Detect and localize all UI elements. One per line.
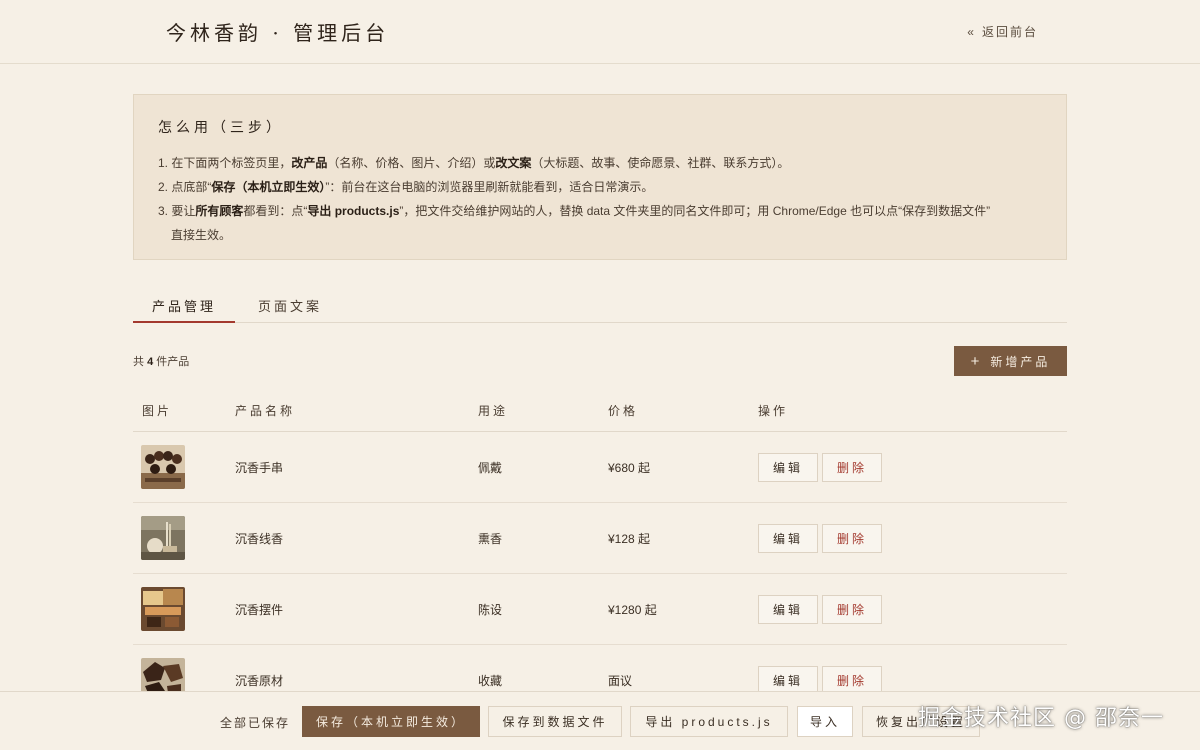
edit-button[interactable]: 编辑: [758, 523, 818, 553]
product-price: ¥128 起: [608, 531, 651, 546]
header-use: 用途: [478, 403, 509, 418]
bracelet-thumbnail-icon: [141, 445, 185, 489]
guide-step-1-text-c: （名称、价格、图片、介绍）或: [327, 156, 496, 170]
table-row: 沉香手串 佩戴 ¥680 起 编辑 删除: [133, 432, 1067, 503]
count-prefix: 共: [133, 356, 144, 368]
header-actions: 操作: [758, 403, 789, 418]
edit-button[interactable]: 编辑: [758, 594, 818, 624]
export-products-button[interactable]: 导出 products.js: [630, 706, 788, 737]
product-use: 熏香: [478, 531, 503, 546]
product-table: 图片 产品名称 用途 价格 操作 沉香手串 佩戴 ¥680 起 编辑 删除 沉香…: [133, 389, 1067, 716]
guide-step-1-bold-products: 改产品: [291, 156, 328, 170]
product-name: 沉香原材: [235, 673, 284, 688]
product-use: 陈设: [478, 602, 503, 617]
table-row: 沉香线香 熏香 ¥128 起 编辑 删除: [133, 503, 1067, 574]
tab-page-copy[interactable]: 页面文案: [239, 288, 341, 323]
import-button[interactable]: 导入: [797, 706, 853, 737]
delete-button[interactable]: 删除: [822, 452, 882, 482]
plus-icon: +: [970, 352, 983, 370]
delete-button[interactable]: 删除: [822, 523, 882, 553]
guide-step-1-text-d: （大标题、故事、使命愿景、社群、联系方式）。: [531, 156, 790, 170]
product-count: 共 4 件产品: [133, 353, 189, 369]
table-header: 图片 产品名称 用途 价格 操作: [133, 389, 1067, 432]
usage-guide: 怎么用（三步） 1. 在下面两个标签页里，改产品（名称、价格、图片、介绍）或改文…: [133, 94, 1067, 260]
guide-step-1-bold-copy: 改文案: [495, 156, 532, 170]
save-status: 全部已保存: [220, 716, 291, 730]
product-use: 收藏: [478, 673, 503, 688]
product-toolbar: 共 4 件产品 + 新增产品: [133, 346, 1067, 376]
add-product-button[interactable]: + 新增产品: [954, 346, 1067, 376]
product-name: 沉香手串: [235, 460, 284, 475]
guide-step-3-text-a: 3. 要让: [158, 204, 196, 218]
edit-button[interactable]: 编辑: [758, 452, 818, 482]
product-price: ¥1280 起: [608, 602, 657, 617]
tab-products[interactable]: 产品管理: [133, 288, 236, 323]
guide-step-3-bold-export: 导出 products.js: [307, 204, 400, 218]
guide-step-3-text-c: 都看到：点“: [243, 204, 308, 218]
guide-step-2: 2. 点底部“保存（本机立即生效）”：前台在这台电脑的浏览器里刷新就能看到，适合…: [158, 175, 1042, 199]
watermark: 掘金技术社区 @ 邵奈一: [918, 706, 1164, 731]
top-header: 今林香韵 · 管理后台 « 返回前台: [0, 0, 1200, 64]
count-suffix: 件产品: [156, 356, 190, 368]
guide-step-1-text-a: 1. 在下面两个标签页里，: [158, 156, 292, 170]
guide-step-2-text-c: ”：前台在这台电脑的浏览器里刷新就能看到，适合日常演示。: [325, 180, 654, 194]
header-price: 价格: [608, 403, 639, 418]
ornament-thumbnail-icon: [141, 587, 185, 631]
product-name: 沉香摆件: [235, 602, 284, 617]
product-price: 面议: [608, 673, 633, 688]
product-price: ¥680 起: [608, 460, 651, 475]
guide-step-2-text-a: 2. 点底部“: [158, 180, 212, 194]
guide-step-2-bold-save: 保存（本机立即生效）: [211, 180, 326, 194]
header-name: 产品名称: [235, 403, 296, 418]
incense-thumbnail-icon: [141, 516, 185, 560]
brand-title: 今林香韵 · 管理后台: [166, 21, 390, 45]
back-link-label: 返回前台: [981, 25, 1038, 39]
guide-title: 怎么用（三步）: [158, 120, 284, 136]
save-local-button[interactable]: 保存（本机立即生效）: [302, 706, 480, 737]
save-to-file-button[interactable]: 保存到数据文件: [488, 706, 622, 737]
guide-step-3-text-e: 直接生效。: [171, 228, 232, 242]
table-row: 沉香摆件 陈设 ¥1280 起 编辑 删除: [133, 574, 1067, 645]
back-to-frontend-link[interactable]: « 返回前台: [967, 23, 1038, 40]
guide-step-3-bold-customers: 所有顾客: [195, 204, 244, 218]
guide-step-3-text-d: ”，把文件交给维护网站的人，替换 data 文件夹里的同名文件即可；用 Chro…: [399, 204, 991, 218]
add-product-label: 新增产品: [990, 354, 1051, 369]
double-chevron-left-icon: «: [967, 24, 976, 39]
guide-step-1: 1. 在下面两个标签页里，改产品（名称、价格、图片、介绍）或改文案（大标题、故事…: [158, 151, 1042, 175]
guide-step-3: 3. 要让所有顾客都看到：点“导出 products.js”，把文件交给维护网站…: [158, 199, 1042, 247]
delete-button[interactable]: 删除: [822, 594, 882, 624]
product-name: 沉香线香: [235, 531, 284, 546]
admin-tabs: 产品管理 页面文案: [133, 288, 1067, 323]
header-image: 图片: [142, 403, 173, 418]
product-use: 佩戴: [478, 460, 503, 475]
count-value: 4: [147, 356, 154, 368]
